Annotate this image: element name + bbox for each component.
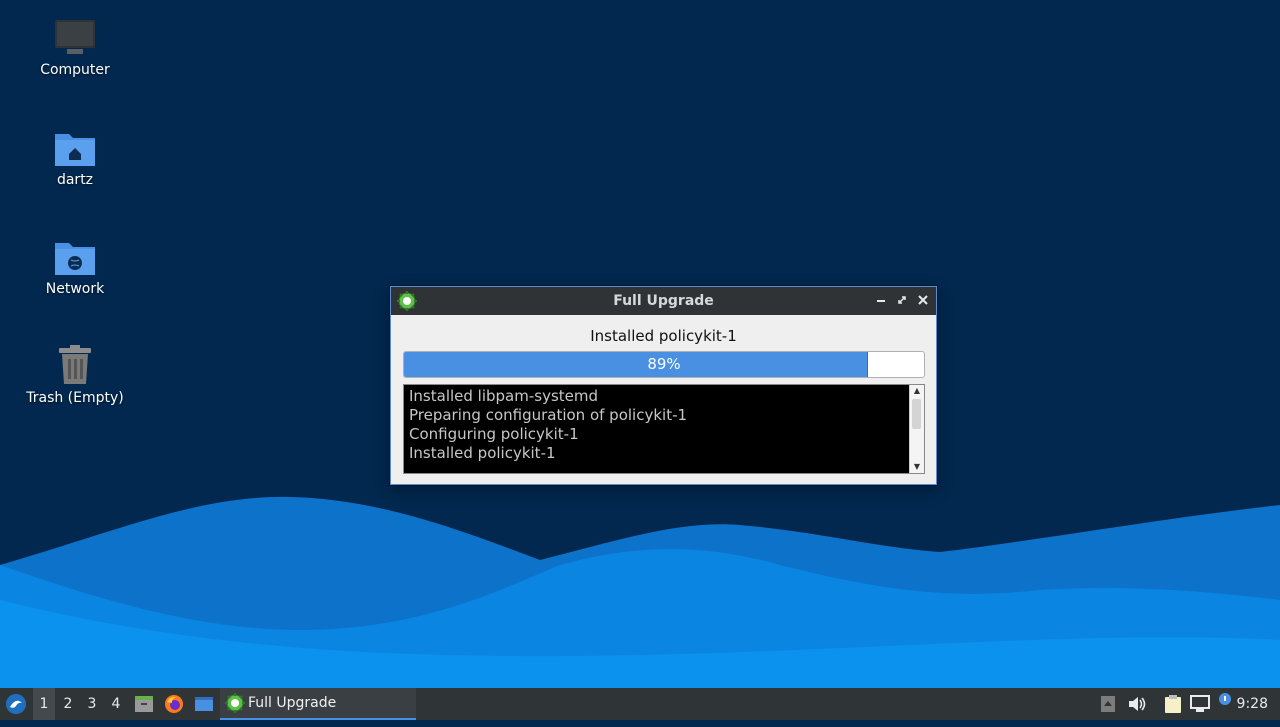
network-wired-icon (1190, 695, 1210, 712)
chevron-up-icon (1101, 696, 1115, 712)
clipboard-icon (1165, 695, 1181, 713)
log-line: Preparing configuration of policykit-1 (409, 406, 688, 424)
volume-button[interactable] (1126, 688, 1148, 720)
status-text: Installed policykit-1 (590, 327, 737, 345)
home-folder-icon (55, 134, 95, 166)
desktop-icon-trash[interactable]: Trash (Empty) (20, 344, 130, 406)
workspace-3[interactable]: 3 (81, 688, 103, 720)
firefox-launcher[interactable] (163, 688, 185, 720)
close-icon (918, 295, 928, 305)
firefox-icon (165, 695, 183, 713)
task-full-upgrade[interactable]: Full Upgrade (220, 688, 416, 720)
network-button[interactable] (1189, 688, 1211, 720)
desktop-icon-label: dartz (56, 172, 94, 188)
desktop-icon-label: Trash (Empty) (26, 390, 124, 406)
clipboard-button[interactable] (1162, 688, 1184, 720)
tray-up-arrow[interactable] (1099, 688, 1117, 720)
log-line: Installed libpam-systemd (409, 387, 599, 405)
update-notifier-button[interactable] (1216, 688, 1234, 720)
dialog-titlebar[interactable]: Full Upgrade (391, 287, 936, 315)
desktop-icon-label: Computer (40, 62, 110, 78)
log-line: Installed policykit-1 (409, 444, 556, 462)
scroll-thumb[interactable] (912, 399, 921, 429)
log-lines: Installed libpam-systemd Preparing confi… (409, 387, 906, 463)
workspace-4[interactable]: 4 (105, 688, 127, 720)
show-desktop-button[interactable] (193, 688, 215, 720)
log-output[interactable]: Installed libpam-systemd Preparing confi… (403, 384, 925, 474)
close-button[interactable] (915, 292, 931, 308)
file-manager-icon (135, 696, 153, 712)
log-scrollbar[interactable]: ▲ ▼ (909, 385, 924, 473)
trash-icon (59, 345, 91, 384)
lubuntu-logo-icon (6, 694, 26, 714)
info-icon (1219, 693, 1231, 705)
scroll-down-arrow-icon[interactable]: ▼ (910, 461, 924, 473)
computer-icon (55, 20, 95, 54)
desktop-icon-label: Network (45, 281, 105, 297)
file-manager-launcher[interactable] (133, 688, 155, 720)
full-upgrade-dialog: Full Upgrade Installed policykit-1 89% I… (390, 286, 937, 485)
minimize-icon (877, 300, 885, 302)
maximize-icon (898, 296, 906, 304)
log-line: Configuring policykit-1 (409, 425, 579, 443)
workspace-1[interactable]: 1 (33, 688, 55, 720)
start-menu-button[interactable] (2, 688, 30, 720)
desktop-icon-computer[interactable]: Computer (20, 18, 130, 78)
task-label: Full Upgrade (248, 695, 337, 711)
workspace-2[interactable]: 2 (57, 688, 79, 720)
network-folder-icon (55, 243, 95, 275)
clock[interactable]: 9:28 (1237, 696, 1268, 712)
desktop-icon-home[interactable]: dartz (20, 128, 130, 188)
progress-bar: 89% (403, 351, 925, 378)
gear-icon (225, 693, 245, 713)
maximize-button[interactable] (894, 292, 910, 308)
dialog-title: Full Upgrade (613, 293, 714, 309)
desktop-icon (195, 697, 213, 711)
progress-text: 89% (647, 355, 681, 373)
desktop-icon-network[interactable]: Network (20, 237, 130, 297)
speaker-icon (1129, 697, 1146, 711)
scroll-up-arrow-icon[interactable]: ▲ (910, 385, 924, 397)
minimize-button[interactable] (873, 292, 889, 308)
taskbar: 1 2 3 4 Full Upgrade 9:28 (0, 688, 1280, 720)
